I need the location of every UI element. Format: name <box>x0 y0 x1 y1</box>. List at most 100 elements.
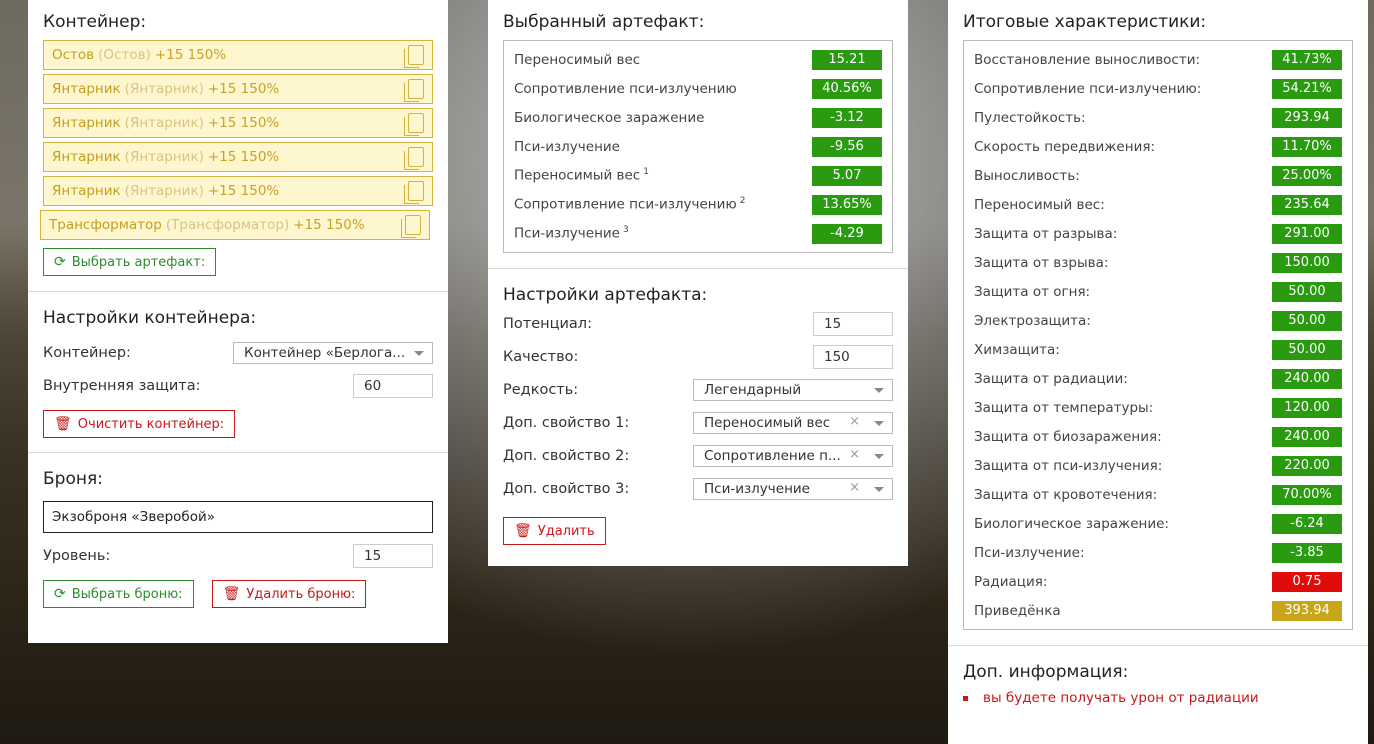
level-label: Уровень: <box>43 547 111 564</box>
chevron-down-icon <box>414 350 424 356</box>
delete-armor-button[interactable]: 🗑 Удалить броню: <box>211 580 367 608</box>
artifact-bonus: +15 150% <box>207 115 280 131</box>
extra2-label: Доп. свойство 2: <box>503 447 630 464</box>
extra1-value: Переносимый вес <box>704 414 831 431</box>
level-input[interactable]: 15 <box>353 543 433 568</box>
stat-label: Биологическое заражение: <box>974 515 1169 532</box>
stat-value: 11.70% <box>1272 136 1342 157</box>
stat-label: Защита от взрыва: <box>974 254 1109 271</box>
copy-icon[interactable] <box>404 147 424 170</box>
choose-artifact-button[interactable]: ⟳ Выбрать артефакт: <box>43 248 217 276</box>
bullet-icon <box>963 695 968 701</box>
stat-value: 220.00 <box>1272 455 1342 476</box>
stat-value: 240.00 <box>1272 426 1342 447</box>
copy-icon[interactable] <box>401 215 421 238</box>
quality-input[interactable]: 150 <box>813 344 893 369</box>
artifact-bonus: +15 150% <box>293 217 365 233</box>
selected-artifact-stats: Переносимый вес 15.21 Сопротивление пси-из… <box>503 40 893 253</box>
stat-row: Защита от разрыва: 291.00 <box>974 219 1342 248</box>
copy-icon[interactable] <box>404 79 424 102</box>
artifact-subname: (Янтарник) <box>124 149 204 165</box>
stat-label: Переносимый вес <box>514 52 640 68</box>
trash-icon: 🗑 <box>514 523 532 539</box>
extra1-select[interactable]: Переносимый вес × <box>693 411 893 434</box>
artifact-item[interactable]: Трансформатор (Трансформатор) +15 150% <box>40 210 430 240</box>
chevron-down-icon <box>874 453 884 459</box>
stat-value: 50.00 <box>1272 339 1342 360</box>
artifact-item[interactable]: Остов (Остов) +15 150% <box>43 40 433 70</box>
stat-value: 41.73% <box>1272 49 1342 70</box>
artifact-name: Янтарник <box>52 149 121 165</box>
artifact-item[interactable]: Янтарник (Янтарник) +15 150% <box>43 176 433 206</box>
stat-label-text: Биологическое заражение <box>514 109 705 126</box>
totals-title: Итоговые характеристики: <box>963 12 1207 32</box>
clear-container-label: Очистить контейнер: <box>77 416 225 432</box>
stat-label: Сопротивление пси-излучению 2 <box>514 196 746 213</box>
stat-value: 240.00 <box>1272 368 1342 389</box>
container-label: Контейнер: <box>43 344 131 361</box>
stat-footnote: 3 <box>622 225 629 236</box>
stat-label: Сопротивление пси-излучению <box>514 81 737 97</box>
copy-icon[interactable] <box>404 45 424 68</box>
artifact-subname: (Янтарник) <box>124 183 204 199</box>
inner-protection-label: Внутренняя защита: <box>43 377 201 394</box>
armor-input[interactable]: Экзоброня «Зверобой» <box>43 501 433 533</box>
choose-armor-button[interactable]: ⟳ Выбрать броню: <box>43 580 194 608</box>
trash-icon: 🗑 <box>222 586 241 602</box>
artifact-name: Янтарник <box>52 81 121 97</box>
info-title: Доп. информация: <box>963 662 1129 682</box>
artifact-list: Остов (Остов) +15 150% Янтарник (Янтарник) +1… <box>40 40 433 240</box>
inner-protection-input[interactable]: 60 <box>353 373 433 398</box>
stat-row: Защита от радиации: 240.00 <box>974 364 1342 393</box>
stat-row: Биологическое заражение: -6.24 <box>974 509 1342 538</box>
stat-value: 54.21% <box>1272 78 1342 99</box>
extra1-label: Доп. свойство 1: <box>503 414 630 431</box>
clear-container-button[interactable]: 🗑 Очистить контейнер: <box>43 410 236 438</box>
artifact-name: Трансформатор <box>49 217 162 233</box>
stat-label: Защита от пси-излучения: <box>974 457 1163 474</box>
choose-armor-label: Выбрать броню: <box>71 586 183 602</box>
rarity-select[interactable]: Легендарный <box>693 378 893 401</box>
stat-footnote: 2 <box>739 196 746 207</box>
artifact-subname: (Янтарник) <box>124 81 204 97</box>
stat-label: Восстановление выносливости: <box>974 51 1201 68</box>
stat-row: Скорость передвижения: 11.70% <box>974 132 1342 161</box>
info-item: вы будете получать урон от радиации <box>963 690 1353 706</box>
copy-icon[interactable] <box>404 113 424 136</box>
quality-label: Качество: <box>503 348 579 365</box>
copy-icon[interactable] <box>404 181 424 204</box>
artifact-item[interactable]: Янтарник (Янтарник) +15 150% <box>43 74 433 104</box>
stat-label: Защита от радиации: <box>974 370 1128 387</box>
delete-artifact-label: Удалить <box>537 523 595 539</box>
clear-icon[interactable]: × <box>849 447 860 462</box>
stat-value: 291.00 <box>1272 223 1342 244</box>
stat-label: Радиация: <box>974 573 1048 590</box>
container-select[interactable]: Контейнер «Берлога... <box>233 341 433 364</box>
stat-value: 293.94 <box>1272 107 1342 128</box>
artifact-item[interactable]: Янтарник (Янтарник) +15 150% <box>43 108 433 138</box>
stat-label: Переносимый вес 1 <box>514 167 649 184</box>
extra2-select[interactable]: Сопротивление п... × <box>693 444 893 467</box>
stat-row: Защита от биозаражения: 240.00 <box>974 422 1342 451</box>
potential-input[interactable]: 15 <box>813 311 893 336</box>
extra3-select[interactable]: Пси-излучение × <box>693 477 893 500</box>
stat-label: Приведёнка <box>974 602 1061 619</box>
clear-icon[interactable]: × <box>849 480 860 495</box>
totals-stats: Восстановление выносливости: 41.73% Сопрот… <box>963 40 1353 630</box>
stat-row: Пси-излучение 3 -4.29 <box>514 219 882 248</box>
chevron-down-icon <box>874 387 884 393</box>
artifact-subname: (Янтарник) <box>124 115 204 131</box>
stat-value: 150.00 <box>1272 252 1342 273</box>
stat-value: 393.94 <box>1272 600 1342 621</box>
extra3-value: Пси-излучение <box>704 480 810 497</box>
artifact-bonus: +15 150% <box>207 183 280 199</box>
clear-icon[interactable]: × <box>849 414 860 429</box>
delete-artifact-button[interactable]: 🗑 Удалить <box>503 517 606 545</box>
artifact-settings-title: Настройки артефакта: <box>503 285 708 305</box>
stat-row: Сопротивление пси-излучению 2 13.65% <box>514 190 882 219</box>
artifact-item[interactable]: Янтарник (Янтарник) +15 150% <box>43 142 433 172</box>
extra2-value: Сопротивление п... <box>704 447 841 464</box>
stat-value: -3.85 <box>1272 542 1342 563</box>
artifact-bonus: +15 150% <box>154 47 227 63</box>
stat-value: 13.65% <box>812 194 882 215</box>
